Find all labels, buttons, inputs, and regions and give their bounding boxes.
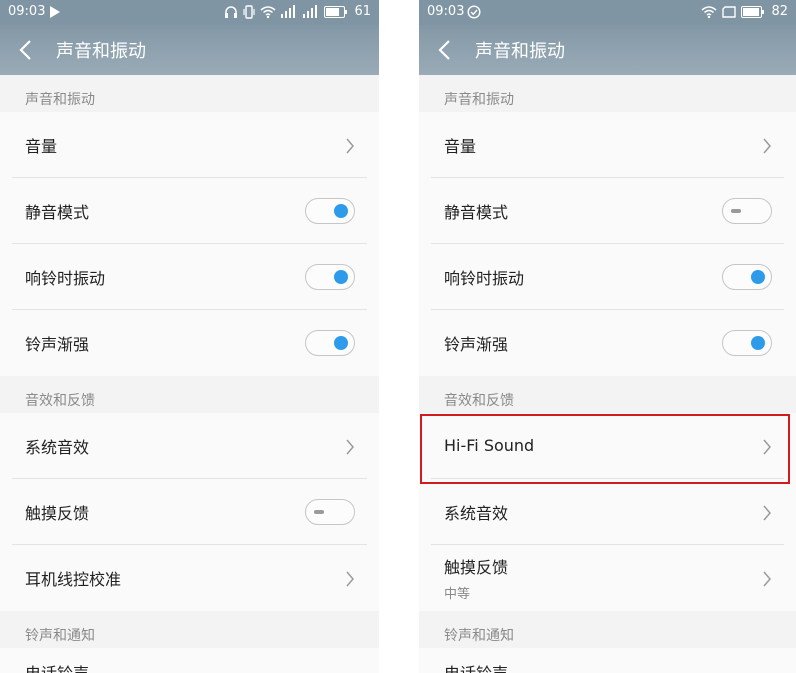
signal-icon — [303, 4, 318, 18]
section-header: 音效和反馈 — [419, 376, 796, 413]
row-label: 耳机线控校准 — [25, 570, 122, 589]
chevron-right-icon — [763, 571, 771, 587]
row-silent-mode: 静音模式 — [431, 178, 784, 244]
vibrate-icon — [243, 4, 256, 19]
row-volume[interactable]: 音量 — [431, 112, 784, 178]
headphones-icon — [225, 5, 238, 18]
signal-icon — [281, 4, 296, 18]
chevron-right-icon — [763, 138, 771, 154]
settings-group: 电话铃声 — [419, 648, 796, 673]
row-label: 静音模式 — [25, 202, 90, 222]
vibrate-on-ring-toggle[interactable] — [305, 264, 355, 290]
row-label: 音量 — [25, 136, 58, 156]
row-ringtone-crescendo: 铃声渐强 — [431, 310, 784, 376]
chevron-right-icon — [763, 439, 771, 455]
play-icon — [50, 6, 60, 18]
row-label: 系统音效 — [444, 503, 509, 523]
settings-group: Hi-Fi Sound 系统音效 触摸反馈 中等 — [419, 413, 796, 611]
row-label: 触摸反馈 — [444, 558, 509, 577]
row-ringtone-crescendo: 铃声渐强 — [12, 310, 367, 376]
settings-group: 音量 静音模式 响铃时振动 铃声渐强 — [419, 112, 796, 376]
row-headset-calibration[interactable]: 耳机线控校准 — [12, 545, 367, 611]
toggle-knob — [731, 209, 741, 213]
status-time: 09:03 — [427, 4, 465, 19]
page-title: 声音和振动 — [475, 41, 565, 62]
back-arrow-icon[interactable] — [433, 38, 457, 62]
battery-icon — [324, 5, 348, 18]
row-label: 触摸反馈 — [25, 503, 90, 523]
row-hifi-sound[interactable]: Hi-Fi Sound — [431, 413, 784, 479]
toggle-knob — [751, 336, 765, 350]
settings-group: 系统音效 触摸反馈 耳机线控校准 — [0, 413, 379, 611]
toggle-knob — [334, 270, 348, 284]
battery-level: 61 — [354, 4, 371, 19]
row-sublabel: 中等 — [444, 587, 471, 602]
section-header: 声音和振动 — [0, 75, 379, 112]
right-screen: 09:03 82 声音和振动 声音和振动 音量 静音模式 响铃时振动 铃声渐强 — [419, 0, 796, 673]
row-label: 系统音效 — [25, 437, 90, 457]
row-label: 静音模式 — [444, 202, 509, 222]
toggle-knob — [334, 336, 348, 350]
settings-group: 电话铃声 — [0, 648, 379, 673]
back-arrow-icon[interactable] — [14, 38, 38, 62]
status-bar: 09:03 61 — [0, 0, 379, 25]
row-label: 响铃时振动 — [25, 268, 106, 288]
chevron-right-icon — [763, 505, 771, 521]
wifi-icon — [260, 5, 276, 18]
battery-icon — [741, 5, 765, 18]
row-touch-feedback: 触摸反馈 — [12, 479, 367, 545]
vibrate-on-ring-toggle[interactable] — [722, 264, 772, 290]
silent-mode-toggle[interactable] — [305, 198, 355, 224]
section-header: 音效和反馈 — [0, 376, 379, 413]
row-system-sounds[interactable]: 系统音效 — [12, 413, 367, 479]
status-time: 09:03 — [8, 4, 46, 19]
page-title: 声音和振动 — [56, 41, 146, 62]
row-label: Hi-Fi Sound — [444, 436, 535, 455]
check-circle-icon — [467, 5, 481, 19]
chevron-right-icon — [346, 138, 354, 154]
row-volume[interactable]: 音量 — [12, 112, 367, 178]
left-screen: 09:03 61 声音和振动 声音和振动 音量 静音模式 响铃时振动 铃声渐强 … — [0, 0, 379, 673]
row-phone-ringtone[interactable]: 电话铃声 — [431, 648, 796, 673]
battery-level: 82 — [771, 4, 788, 19]
wifi-icon — [701, 5, 717, 18]
ringtone-crescendo-toggle[interactable] — [722, 330, 772, 356]
row-phone-ringtone[interactable]: 电话铃声 — [12, 648, 379, 673]
touch-feedback-toggle[interactable] — [305, 499, 355, 525]
row-label: 音量 — [444, 136, 477, 156]
row-vibrate-on-ring: 响铃时振动 — [12, 244, 367, 310]
toggle-knob — [751, 270, 765, 284]
silent-mode-toggle[interactable] — [722, 198, 772, 224]
row-silent-mode: 静音模式 — [12, 178, 367, 244]
chevron-right-icon — [346, 439, 354, 455]
row-label: 铃声渐强 — [444, 335, 509, 354]
title-bar: 声音和振动 — [419, 25, 796, 75]
row-system-sounds[interactable]: 系统音效 — [431, 479, 784, 545]
screen-icon — [722, 5, 737, 18]
row-label: 响铃时振动 — [444, 268, 525, 288]
section-header: 铃声和通知 — [419, 611, 796, 648]
chevron-right-icon — [346, 571, 354, 587]
row-label: 铃声渐强 — [25, 335, 90, 354]
status-bar: 09:03 82 — [419, 0, 796, 25]
toggle-knob — [334, 204, 348, 218]
ringtone-crescendo-toggle[interactable] — [305, 330, 355, 356]
row-touch-feedback[interactable]: 触摸反馈 中等 — [431, 545, 784, 611]
title-bar: 声音和振动 — [0, 25, 379, 75]
row-vibrate-on-ring: 响铃时振动 — [431, 244, 784, 310]
section-header: 铃声和通知 — [0, 611, 379, 648]
settings-group: 音量 静音模式 响铃时振动 铃声渐强 — [0, 112, 379, 376]
toggle-knob — [314, 510, 324, 514]
section-header: 声音和振动 — [419, 75, 796, 112]
